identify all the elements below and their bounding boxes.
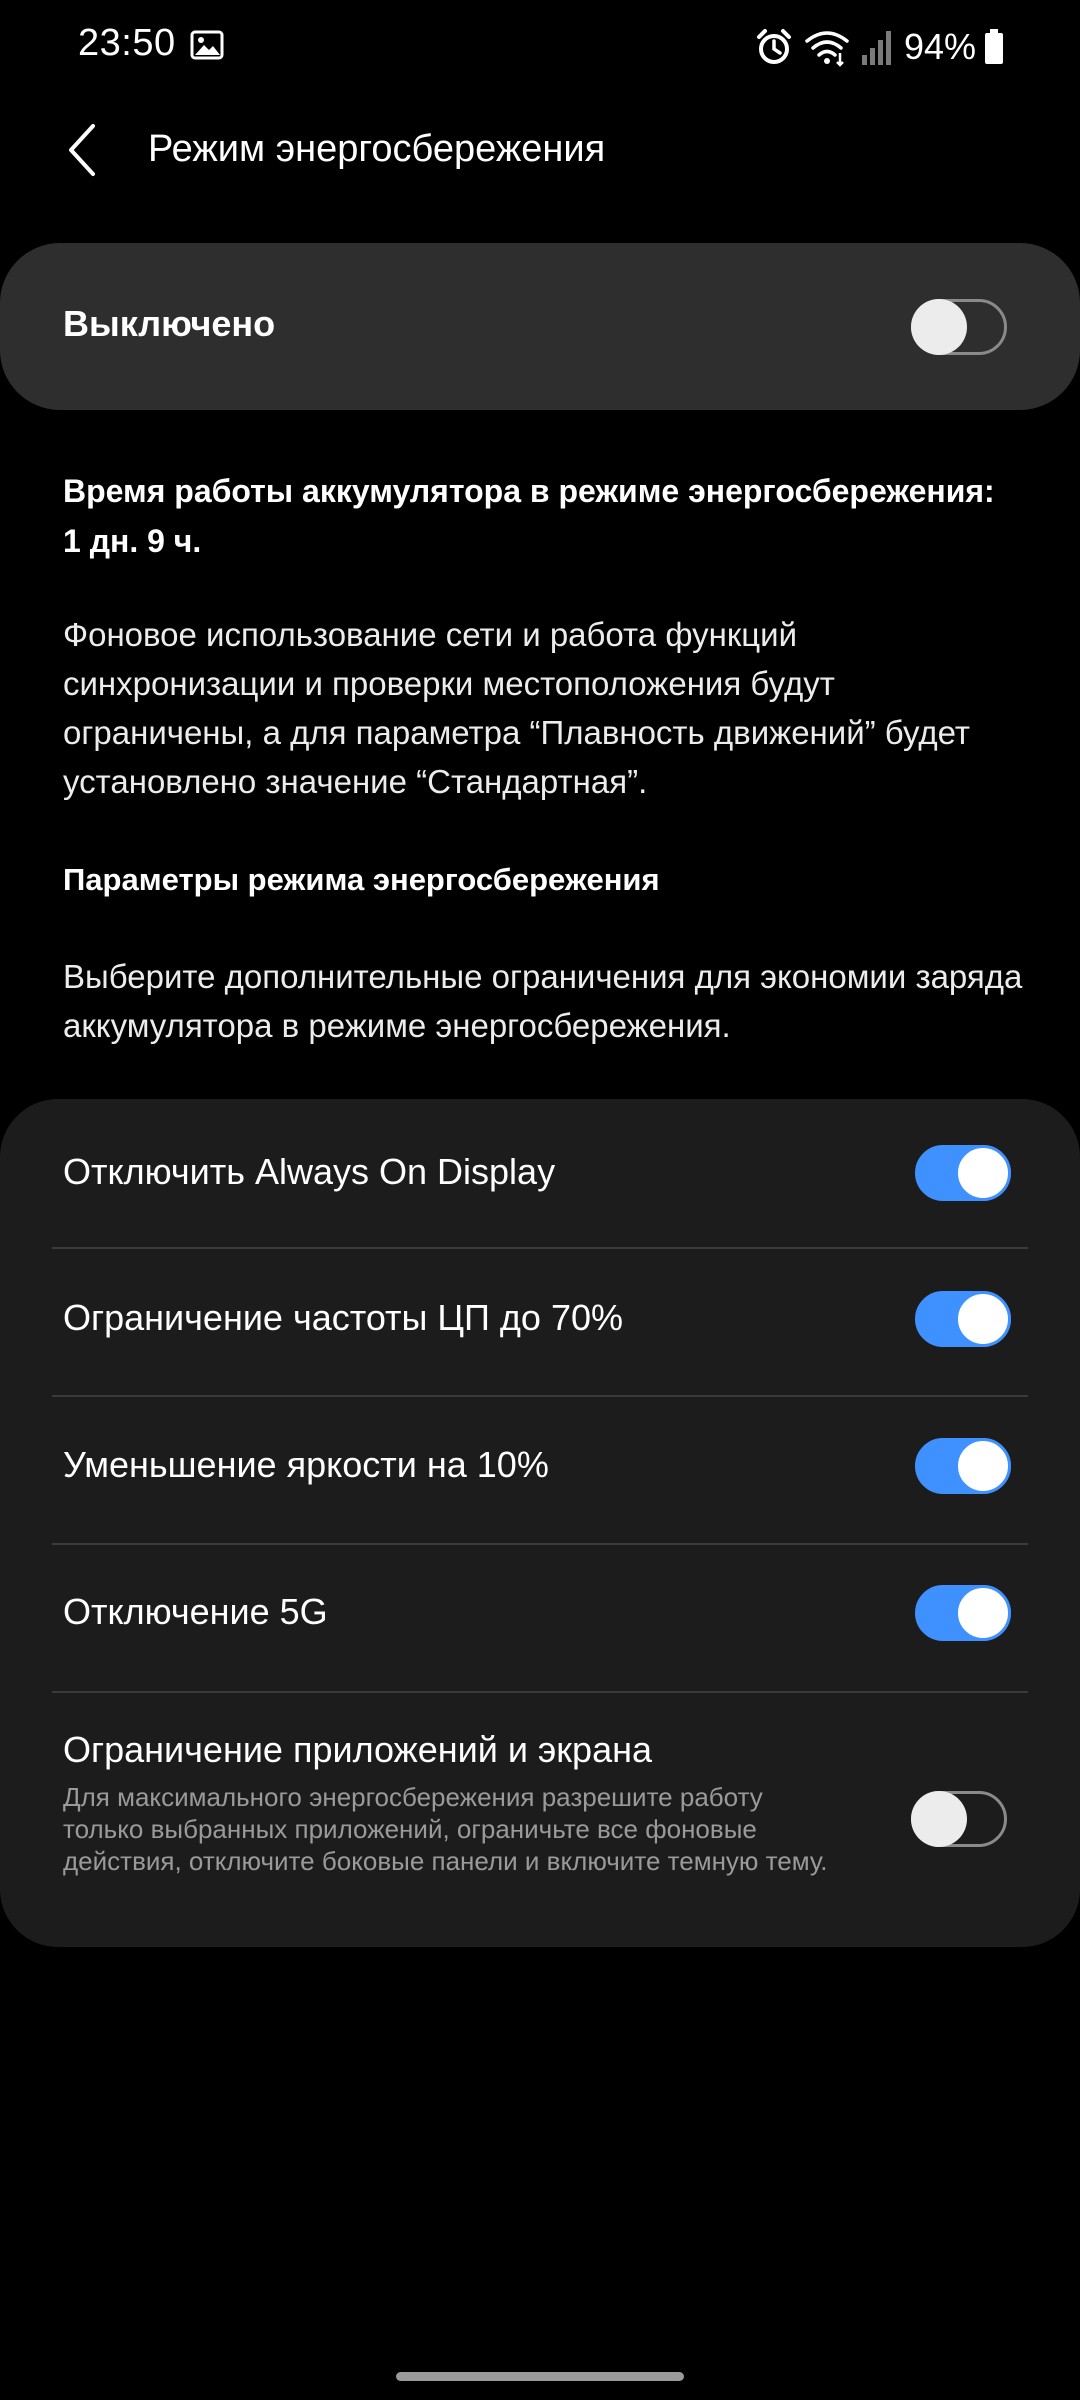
always-on-display-toggle[interactable] [915,1145,1011,1201]
option-label: Ограничение приложений и экрана [63,1729,652,1770]
toggle-knob [911,1791,967,1847]
signal-icon [861,31,891,65]
option-label: Отключение 5G [63,1591,328,1632]
navigation-handle[interactable] [396,2372,684,2381]
runtime-title: Время работы аккумулятора в режиме энерг… [63,473,995,509]
page-title: Режим энергосбережения [148,128,606,170]
section-description: Выберите дополнительные ограничения для … [63,958,1023,1044]
status-icons: 94% [754,22,1004,72]
option-always-on-display[interactable]: Отключить Always On Display [0,1099,1080,1247]
option-brightness[interactable]: Уменьшение яркости на 10% [0,1397,1080,1543]
alarm-icon [756,29,791,64]
option-limit-apps[interactable]: Ограничение приложений и экрана Для макс… [0,1693,1080,1947]
option-label: Ограничение частоты ЦП до 70% [63,1297,624,1338]
app-bar: Режим энергосбережения [0,110,1080,190]
section-title: Параметры режима энергосбережения [63,862,660,897]
battery-icon [985,29,1003,64]
cpu-limit-toggle[interactable] [915,1291,1011,1347]
option-description: Для максимального энергосбережения разре… [63,1782,828,1876]
option-label: Уменьшение яркости на 10% [63,1444,549,1485]
power-saving-description: Фоновое использование сети и работа функ… [63,616,971,800]
runtime-value: 1 дн. 9 ч. [63,523,202,559]
master-toggle-switch[interactable] [911,299,1007,355]
master-toggle-card[interactable]: Выключено [0,243,1080,410]
status-bar: 23:50 94% [0,0,1080,96]
gallery-icon [190,30,224,60]
limit-apps-toggle[interactable] [911,1791,1007,1847]
wifi-icon [805,31,849,67]
toggle-knob [955,1291,1011,1347]
battery-runtime: Время работы аккумулятора в режиме энерг… [63,466,1023,566]
option-label: Отключить Always On Display [63,1151,556,1192]
options-card: Отключить Always On Display Ограничение … [0,1099,1080,1947]
option-cpu-limit[interactable]: Ограничение частоты ЦП до 70% [0,1249,1080,1395]
brightness-toggle[interactable] [915,1438,1011,1494]
toggle-knob [955,1585,1011,1641]
master-toggle-label: Выключено [63,303,276,344]
toggle-knob [955,1145,1011,1201]
back-button[interactable] [50,110,116,190]
toggle-knob [955,1438,1011,1494]
battery-percent: 94% [903,26,976,67]
disable-5g-toggle[interactable] [915,1585,1011,1641]
option-disable-5g[interactable]: Отключение 5G [0,1545,1080,1691]
chevron-left-icon [69,124,95,176]
status-time: 23:50 [78,22,176,64]
toggle-knob [911,299,967,355]
